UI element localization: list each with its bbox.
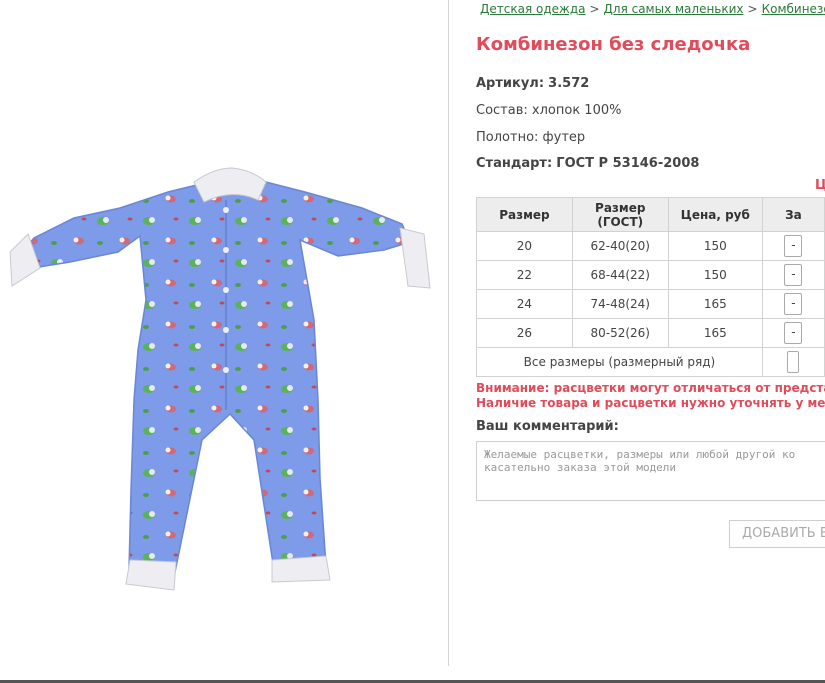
quantity-decrement-button[interactable]: - — [784, 293, 803, 315]
table-header-row: Размер Размер (ГОСТ) Цена, руб За — [476, 197, 825, 232]
quantity-decrement-button[interactable]: - — [784, 322, 803, 344]
product-image-panel — [0, 0, 449, 666]
price-heading-cut: Ц — [815, 178, 825, 193]
table-row: 26 80-52(26) 165 - — [476, 318, 825, 348]
all-sizes-row: Все размеры (размерный ряд) — [476, 347, 825, 377]
size-cell: 20 — [476, 231, 573, 261]
standard-row: Стандарт: ГОСТ Р 53146-2008 — [476, 156, 699, 171]
qty-cell: - — [761, 289, 825, 319]
composition-value: хлопок 100% — [531, 103, 622, 118]
column-header-size-gost: Размер (ГОСТ) — [571, 197, 669, 232]
size-cell: 26 — [476, 318, 573, 348]
color-warning: Внимание: расцветки могут отличаться от … — [476, 381, 825, 395]
article-value: 3.572 — [548, 76, 590, 91]
table-row: 24 74-48(24) 165 - — [476, 289, 825, 319]
price-cell: 150 — [667, 231, 763, 261]
breadcrumb-separator: > — [589, 2, 600, 16]
breadcrumb-link-babies[interactable]: Для самых маленьких — [604, 2, 744, 16]
product-image[interactable] — [0, 0, 448, 666]
price-cell: 165 — [667, 289, 763, 319]
gost-cell: 68-44(22) — [571, 260, 669, 290]
page-title: Комбинезон без следочка — [476, 34, 751, 55]
qty-cell: - — [761, 260, 825, 290]
availability-warning: Наличие товара и расцветки нужно уточнят… — [476, 396, 825, 410]
quantity-decrement-button[interactable]: - — [784, 264, 803, 286]
size-cell: 22 — [476, 260, 573, 290]
gost-cell: 80-52(26) — [571, 318, 669, 348]
breadcrumb-link-children-clothing[interactable]: Детская одежда — [480, 2, 585, 16]
size-price-table: Размер Размер (ГОСТ) Цена, руб За 20 62-… — [476, 197, 825, 377]
column-header-order: За — [761, 197, 825, 232]
column-header-price: Цена, руб — [667, 197, 763, 232]
quantity-decrement-button[interactable]: - — [784, 235, 803, 257]
fabric-label: Полотно: — [476, 130, 539, 145]
standard-label: Стандарт: — [476, 156, 553, 171]
qty-cell: - — [761, 231, 825, 261]
breadcrumb-separator: > — [747, 2, 758, 16]
comment-field[interactable] — [476, 441, 825, 501]
composition-row: Состав: хлопок 100% — [476, 103, 621, 118]
add-to-cart-button[interactable]: ДОБАВИТЬ В — [729, 520, 825, 548]
all-sizes-qty-cell — [761, 347, 825, 377]
standard-value: ГОСТ Р 53146-2008 — [556, 156, 700, 171]
all-sizes-label: Все размеры (размерный ряд) — [476, 347, 763, 377]
gost-cell: 74-48(24) — [571, 289, 669, 319]
comment-label: Ваш комментарий: — [476, 419, 619, 434]
product-info: Детская одежда > Для самых маленьких > Комби… — [476, 0, 825, 666]
gost-cell: 62-40(20) — [571, 231, 669, 261]
table-row: 22 68-44(22) 150 - — [476, 260, 825, 290]
article-label: Артикул: — [476, 76, 545, 91]
qty-cell: - — [761, 318, 825, 348]
price-cell: 165 — [667, 318, 763, 348]
table-row: 20 62-40(20) 150 - — [476, 231, 825, 261]
fabric-row: Полотно: футер — [476, 130, 585, 145]
price-cell: 150 — [667, 260, 763, 290]
breadcrumb: Детская одежда > Для самых маленьких > Комби… — [480, 2, 825, 16]
fabric-value: футер — [542, 130, 586, 145]
article-row: Артикул: 3.572 — [476, 76, 589, 91]
breadcrumb-link-current[interactable]: Комбинезон 3.57 — [762, 2, 825, 16]
composition-label: Состав: — [476, 103, 528, 118]
size-cell: 24 — [476, 289, 573, 319]
column-header-size: Размер — [476, 197, 573, 232]
all-sizes-quantity-input[interactable] — [787, 351, 800, 373]
